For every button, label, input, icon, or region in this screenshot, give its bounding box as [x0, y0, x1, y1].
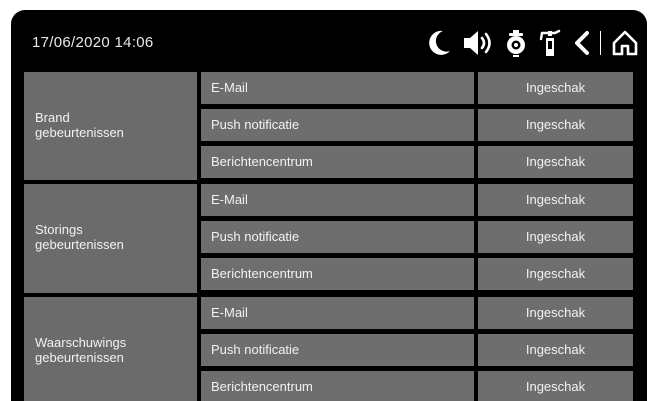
toolbar-divider: [600, 31, 601, 55]
status-toggle[interactable]: Ingeschak: [478, 258, 633, 290]
status-toggle[interactable]: Ingeschak: [478, 184, 633, 216]
channel-message-center[interactable]: Berichtencentrum: [201, 258, 474, 290]
group-label: Waarschuwings gebeurtenissen: [35, 335, 126, 365]
channel-email[interactable]: E-Mail: [201, 184, 474, 216]
channel-push[interactable]: Push notificatie: [201, 221, 474, 253]
group-label-line2: gebeurtenissen: [35, 350, 124, 365]
group-label: Storings gebeurtenissen: [35, 222, 124, 252]
datetime: 17/06/2020 14:06: [32, 34, 154, 51]
extinguisher-icon[interactable]: [538, 28, 562, 58]
channel-push[interactable]: Push notificatie: [201, 109, 474, 141]
status-toggle[interactable]: Ingeschak: [478, 334, 633, 366]
group-label-line2: gebeurtenissen: [35, 125, 124, 140]
status-toggle[interactable]: Ingeschak: [478, 371, 633, 401]
status-toggle[interactable]: Ingeschak: [478, 221, 633, 253]
group-label-line2: gebeurtenissen: [35, 237, 124, 252]
status-toggle[interactable]: Ingeschak: [478, 72, 633, 104]
device-screen: 17/06/2020 14:06 Brand gebeurtenissen E-…: [11, 10, 647, 401]
top-bar: 17/06/2020 14:06: [11, 10, 647, 72]
moon-icon[interactable]: [426, 28, 452, 58]
channel-message-center[interactable]: Berichtencentrum: [201, 371, 474, 401]
status-toggle[interactable]: Ingeschak: [478, 146, 633, 178]
channel-email[interactable]: E-Mail: [201, 72, 474, 104]
group-storings: Storings gebeurtenissen: [24, 184, 197, 293]
speaker-icon[interactable]: [462, 28, 494, 58]
status-toggle[interactable]: Ingeschak: [478, 109, 633, 141]
group-waarschuwings: Waarschuwings gebeurtenissen: [24, 297, 197, 401]
channel-push[interactable]: Push notificatie: [201, 334, 474, 366]
back-chevron-icon[interactable]: [572, 28, 592, 58]
notification-settings-table: Brand gebeurtenissen E-Mail Ingeschak Pu…: [24, 72, 637, 401]
group-label-line1: Waarschuwings: [35, 335, 127, 350]
channel-email[interactable]: E-Mail: [201, 297, 474, 329]
detector-icon[interactable]: [504, 28, 528, 58]
group-label-line1: Brand: [35, 110, 70, 125]
home-icon[interactable]: [611, 28, 639, 58]
channel-message-center[interactable]: Berichtencentrum: [201, 146, 474, 178]
toolbar-icons: [416, 28, 639, 58]
group-label: Brand gebeurtenissen: [35, 110, 124, 140]
status-toggle[interactable]: Ingeschak: [478, 297, 633, 329]
group-label-line1: Storings: [35, 222, 83, 237]
group-brand: Brand gebeurtenissen: [24, 72, 197, 180]
